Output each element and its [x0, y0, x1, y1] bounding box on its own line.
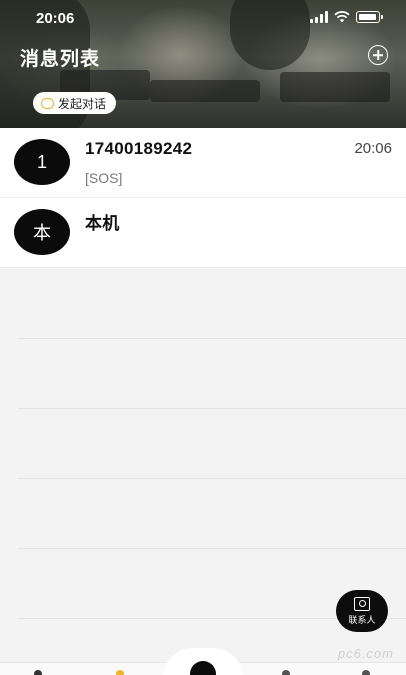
avatar: 1 — [14, 139, 70, 185]
start-chat-button[interactable]: 发起对话 — [33, 92, 117, 114]
header-banner: 20:06 消息列表 发起对话 — [0, 0, 406, 128]
message-time: 20:06 — [354, 140, 392, 157]
contacts-button[interactable]: 联系人 — [336, 590, 388, 632]
battery-icon — [356, 11, 383, 23]
tab-home[interactable] — [34, 670, 42, 675]
app-screen: 20:06 消息列表 发起对话 1 17400189242 [SOS] 20:0… — [0, 0, 406, 675]
signal-icon — [310, 11, 328, 23]
add-circle-icon[interactable] — [368, 45, 388, 65]
page-title: 消息列表 — [20, 49, 101, 70]
tab-discover[interactable] — [282, 670, 290, 675]
tab-profile[interactable] — [362, 670, 370, 675]
list-item[interactable]: 1 17400189242 [SOS] 20:06 — [0, 128, 406, 198]
conversation-title: 本机 — [85, 214, 120, 233]
avatar: 本 — [14, 209, 70, 255]
chat-bubble-icon — [41, 97, 54, 109]
tab-messages[interactable] — [116, 670, 124, 675]
message-list: 1 17400189242 [SOS] 20:06 本 本机 — [0, 128, 406, 268]
wifi-icon — [334, 11, 350, 23]
status-time: 20:06 — [36, 10, 75, 27]
last-message: [SOS] — [85, 170, 123, 186]
status-bar: 20:06 — [0, 0, 406, 36]
watermark: pc6.com — [337, 646, 394, 661]
list-item[interactable]: 本 本机 — [0, 198, 406, 268]
contacts-label: 联系人 — [348, 614, 376, 625]
start-chat-label: 发起对话 — [58, 96, 107, 111]
conversation-title: 17400189242 — [85, 139, 193, 158]
contacts-icon — [354, 596, 370, 611]
